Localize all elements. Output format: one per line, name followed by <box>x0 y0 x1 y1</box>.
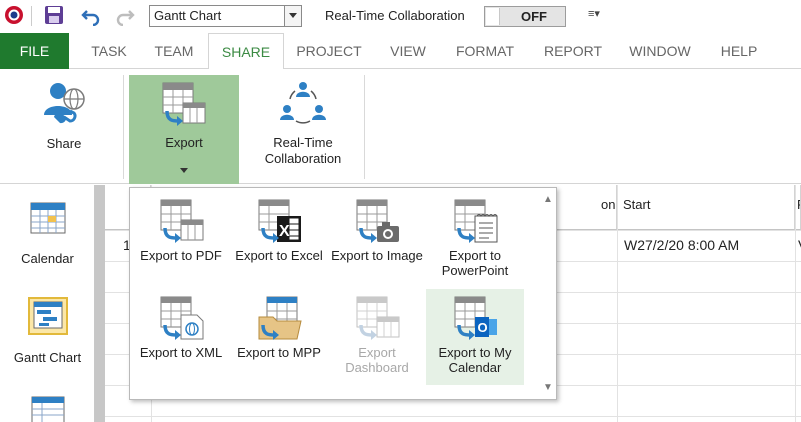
qat-divider <box>31 6 32 26</box>
export-to-xml-button[interactable]: Export to XML <box>132 289 230 385</box>
view-gantt-label: Gantt Chart <box>13 350 82 365</box>
export-to-powerpoint-button[interactable]: Export to PowerPoint <box>426 192 524 288</box>
tab-help[interactable]: HELP <box>706 33 772 69</box>
save-icon[interactable] <box>43 4 67 28</box>
gantt-chart-icon <box>27 297 68 335</box>
customize-toolbar-icon[interactable]: ≡▾ <box>588 7 600 20</box>
tab-report[interactable]: REPORT <box>534 33 612 69</box>
export-powerpoint-label-1: Export to <box>448 248 502 263</box>
export-image-icon <box>356 199 399 243</box>
export-to-my-calendar-button[interactable]: O Export to My Calendar <box>426 289 524 385</box>
export-icon <box>162 82 206 126</box>
grid-line <box>105 416 801 417</box>
undo-icon[interactable] <box>80 4 104 28</box>
export-calendar-label-2: Calendar <box>448 360 502 375</box>
ribbon-tabs: FILE TASK TEAM SHARE PROJECT VIEW FORMAT… <box>0 33 801 70</box>
row-start[interactable]: W27/2/20 8:00 AM <box>624 237 739 253</box>
collaboration-icon <box>280 82 326 124</box>
export-dropdown-menu: ▲ ▼ Export to PDF X Export to Excel Expo… <box>129 187 557 400</box>
scroll-down-icon[interactable]: ▼ <box>542 382 554 393</box>
redo-icon[interactable] <box>114 4 138 28</box>
export-to-excel-button[interactable]: X Export to Excel <box>230 192 328 288</box>
view-select[interactable]: Gantt Chart <box>149 5 302 27</box>
ribbon-panel: Share Export Real-Time Collaboration <box>0 69 801 184</box>
toggle-knob <box>486 8 500 25</box>
header-start[interactable]: Start <box>617 185 795 230</box>
export-excel-icon: X <box>258 199 301 243</box>
pane-splitter[interactable] <box>95 185 105 422</box>
export-dashboard-button[interactable]: Export Dashboard <box>328 289 426 385</box>
export-mpp-label: Export to MPP <box>237 345 321 360</box>
view-calendar-button[interactable]: Calendar <box>0 199 95 266</box>
svg-text:O: O <box>478 320 488 335</box>
view-bar: Calendar Gantt Chart <box>0 185 95 422</box>
tab-share[interactable]: SHARE <box>208 33 284 70</box>
collab-label: Real-Time Collaboration <box>325 8 465 23</box>
tab-team[interactable]: TEAM <box>145 33 203 69</box>
collab-state: OFF <box>521 9 547 24</box>
collab-label-line1: Real-Time <box>273 135 333 150</box>
export-button[interactable]: Export <box>129 75 239 184</box>
ribbon-separator <box>123 75 124 179</box>
export-dashboard-label-1: Export <box>358 345 396 360</box>
export-label: Export <box>165 135 203 150</box>
tab-task[interactable]: TASK <box>79 33 139 69</box>
scroll-up-icon[interactable]: ▲ <box>542 194 554 205</box>
view-select-value: Gantt Chart <box>154 8 222 23</box>
header-duration-text: on <box>601 197 616 212</box>
tab-view[interactable]: VIEW <box>380 33 436 69</box>
calendar-icon <box>30 202 65 234</box>
tab-file[interactable]: FILE <box>0 33 69 69</box>
view-more-button[interactable] <box>0 395 95 422</box>
share-icon <box>44 83 85 124</box>
export-excel-label: Export to Excel <box>235 248 323 263</box>
quick-access-toolbar: Gantt Chart Real-Time Collaboration OFF … <box>0 0 801 33</box>
grid-line <box>617 185 618 422</box>
export-pdf-icon <box>160 199 204 243</box>
export-to-mpp-button[interactable]: Export to MPP <box>230 289 328 385</box>
svg-text:X: X <box>279 223 290 240</box>
view-gantt-button[interactable]: Gantt Chart <box>0 296 95 365</box>
tab-window[interactable]: WINDOW <box>620 33 700 69</box>
collab-toggle[interactable]: OFF <box>484 6 566 27</box>
app-logo-icon[interactable] <box>3 4 27 28</box>
export-xml-icon <box>160 296 204 340</box>
export-to-image-button[interactable]: Export to Image <box>328 192 426 288</box>
sheet-view-icon <box>31 396 64 422</box>
tab-project[interactable]: PROJECT <box>289 33 369 69</box>
share-button[interactable]: Share <box>14 75 114 179</box>
export-dashboard-icon <box>356 296 400 340</box>
share-label: Share <box>46 136 82 151</box>
grid-line <box>795 185 796 422</box>
chevron-down-icon <box>129 161 239 176</box>
export-image-label: Export to Image <box>331 248 423 263</box>
ribbon-separator <box>364 75 365 179</box>
export-dashboard-label-2: Dashboard <box>345 360 409 375</box>
tab-format[interactable]: FORMAT <box>446 33 524 69</box>
export-powerpoint-label-2: PowerPoint <box>441 263 509 278</box>
export-to-pdf-button[interactable]: Export to PDF <box>132 192 230 288</box>
export-calendar-icon: O <box>454 296 497 340</box>
collab-label-line2: Collaboration <box>264 151 342 166</box>
export-mpp-icon <box>258 296 302 340</box>
chevron-down-icon[interactable] <box>284 6 301 26</box>
export-xml-label: Export to XML <box>139 345 223 360</box>
export-pdf-label: Export to PDF <box>140 248 222 263</box>
export-powerpoint-icon <box>454 199 498 243</box>
export-calendar-label-1: Export to My <box>438 345 512 360</box>
view-calendar-label: Calendar <box>21 251 74 266</box>
realtime-collaboration-button[interactable]: Real-Time Collaboration <box>248 75 358 179</box>
